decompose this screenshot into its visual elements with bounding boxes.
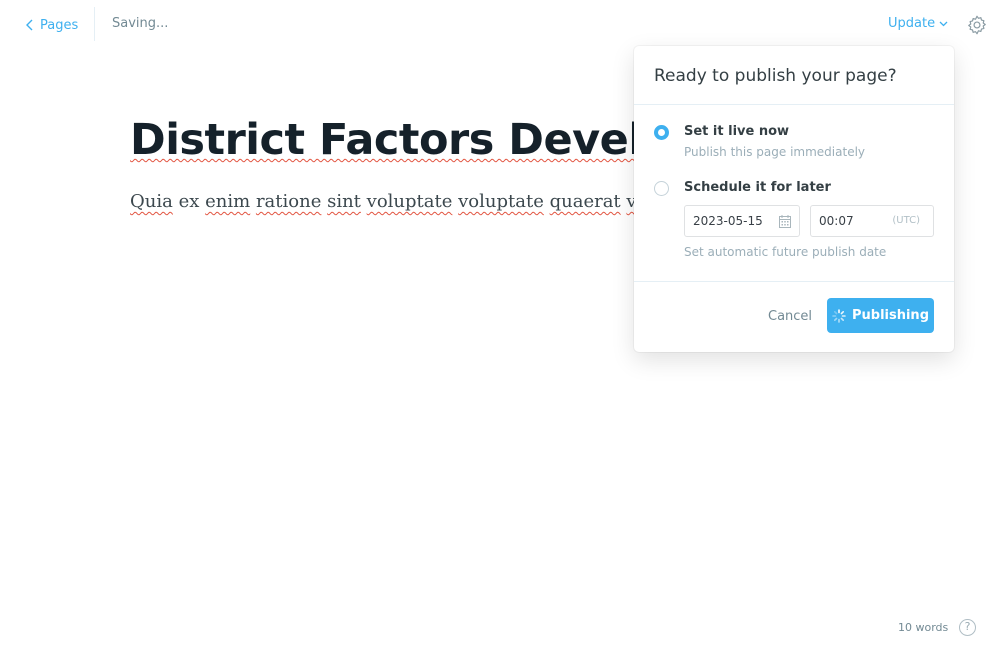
publish-popover: Ready to publish your page? Set it live …	[634, 46, 954, 352]
body-word: ratione	[255, 191, 322, 212]
settings-gear-icon[interactable]	[966, 14, 988, 36]
publish-button[interactable]: Publishing	[827, 298, 934, 333]
post-body[interactable]: Quia ex enim ratione sint voluptate volu…	[130, 188, 653, 216]
schedule-later-radio[interactable]	[654, 181, 669, 196]
post-title[interactable]: District Factors Develop	[130, 110, 702, 170]
cancel-button[interactable]: Cancel	[768, 309, 812, 324]
chevron-down-icon	[939, 21, 948, 26]
timezone-label: (UTC)	[892, 215, 920, 226]
publish-now-radio[interactable]	[654, 125, 669, 140]
back-to-pages-link[interactable]: Pages	[25, 15, 78, 35]
publish-button-label: Publishing	[851, 308, 929, 323]
update-menu-trigger[interactable]: Update	[888, 16, 948, 31]
calendar-icon[interactable]	[779, 215, 791, 228]
back-link-label: Pages	[40, 17, 79, 33]
save-status: Saving...	[112, 16, 169, 31]
title-text: District Factors Develop	[130, 115, 702, 165]
header-divider	[94, 7, 95, 41]
schedule-time-field[interactable]: (UTC)	[810, 205, 934, 237]
publish-now-description: Publish this page immediately	[684, 145, 866, 159]
body-word: quaerat	[549, 191, 621, 212]
update-label: Update	[888, 16, 936, 31]
schedule-later-label[interactable]: Schedule it for later	[684, 180, 831, 195]
publish-now-label[interactable]: Set it live now	[684, 124, 789, 139]
spinner-icon	[832, 308, 846, 323]
body-word: voluptate	[458, 191, 544, 212]
publish-popover-footer: Cancel Publishing	[634, 281, 954, 352]
body-word: enim	[205, 191, 251, 212]
schedule-hint: Set automatic future publish date	[684, 245, 887, 259]
publish-heading: Ready to publish your page?	[634, 46, 954, 105]
schedule-time-input[interactable]	[819, 214, 879, 228]
schedule-date-field[interactable]	[684, 205, 800, 237]
body-word: sint	[327, 191, 361, 212]
help-icon[interactable]: ?	[959, 619, 976, 636]
chevron-left-icon	[26, 19, 33, 31]
body-word: ex	[178, 191, 200, 212]
word-count: 10 words	[898, 621, 949, 634]
body-word: Quia	[130, 191, 173, 212]
body-word: voluptate	[366, 191, 453, 212]
schedule-date-input[interactable]	[693, 214, 773, 228]
